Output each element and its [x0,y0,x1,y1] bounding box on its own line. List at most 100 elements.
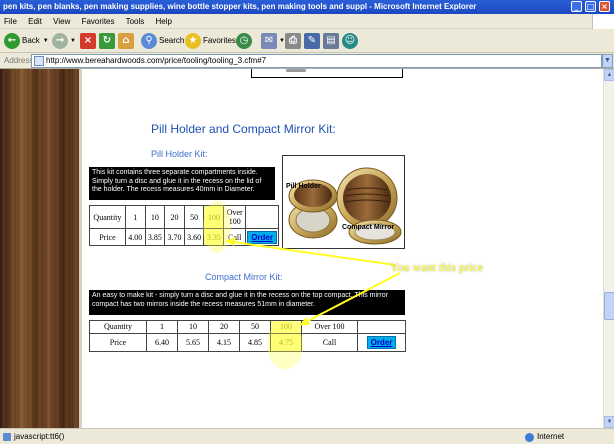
favorites-button[interactable]: ★ Favorites [185,32,236,50]
quantity-row: Quantity 1 10 20 50 100 Over 100 [89,204,279,230]
search-label: Search [159,36,185,45]
compact-mirror-illustration [288,167,402,245]
address-label: Address [4,56,34,65]
menu-view[interactable]: View [53,17,70,26]
title-bar: pen kits, pen blanks, pen making supplie… [0,0,614,14]
scroll-thumb[interactable] [604,292,614,320]
close-button[interactable]: × [599,1,610,12]
section-title: Pill Holder and Compact Mirror Kit: [151,122,336,136]
menu-file[interactable]: File [4,17,17,26]
quantity-cell: 10 [144,204,166,230]
search-button[interactable]: ⚲ Search [141,32,184,50]
pill-holder-price-table: Quantity 1 10 20 50 100 Over 100 Price 4… [89,204,279,246]
quantity-header: Quantity [89,204,126,230]
compact-mirror-price-table: Quantity 1 10 20 50 100 Over 100 Price 6… [89,320,406,353]
price-cell: 5.65 [177,332,209,353]
pill-holder-description: This kit contains three separate compart… [89,167,275,200]
refresh-icon: ↻ [99,33,115,49]
quantity-cell: 50 [183,204,205,230]
price-header: Price [89,332,147,353]
menu-edit[interactable]: Edit [28,17,42,26]
menu-tools[interactable]: Tools [126,17,145,26]
history-icon: ◷ [236,33,252,49]
messenger-button[interactable]: ☺ [342,32,360,50]
photo-label-compact-mirror: Compact Mirror [342,224,395,231]
price-cell: Call [223,228,247,246]
menu-favorites[interactable]: Favorites [82,17,115,26]
price-cell: 3.85 [144,228,166,246]
print-icon: ⎙ [285,33,301,49]
toolbar: ← Back ▼ → ▼ × ↻ ⌂ ⚲ Search ★ Favorites … [0,29,614,53]
callout-text: You want this price [390,260,484,274]
back-icon: ← [4,33,20,49]
forward-button[interactable]: → ▼ [52,32,76,50]
pill-order-button[interactable]: Order [247,230,277,244]
edit-button[interactable]: ✎ [304,32,322,50]
search-icon: ⚲ [141,33,157,49]
menu-help[interactable]: Help [156,17,172,26]
globe-icon [525,433,534,442]
back-button[interactable]: ← Back ▼ [4,32,49,50]
scroll-up-button[interactable]: ▲ [604,69,614,81]
photo-label-pill-holder: Pill Holder [286,183,321,190]
minimize-button[interactable]: _ [571,1,582,12]
vertical-scrollbar[interactable]: ▲ ▼ [603,69,614,428]
compact-mirror-subtitle: Compact Mirror Kit: [205,272,283,282]
order-cell: Order [245,228,279,246]
discuss-button[interactable]: ▤ [323,32,341,50]
price-cell: 6.40 [146,332,178,353]
favorites-label: Favorites [203,36,236,45]
windows-logo-icon [592,14,614,29]
home-button[interactable]: ⌂ [118,32,136,50]
empty-cell [357,320,406,334]
quantity-cell: 1 [146,320,178,334]
back-label: Back [22,36,40,45]
product-photo: Pill Holder Compact Mirror [282,155,405,249]
scroll-down-button[interactable]: ▼ [604,416,614,428]
price-cell: 4.15 [208,332,240,353]
address-url: http://www.bereahardwoods.com/price/tool… [46,56,267,65]
quantity-row: Quantity 1 10 20 50 100 Over 100 [89,320,406,334]
price-header: Price [89,228,126,246]
quantity-cell: 20 [164,204,185,230]
price-cell: Call [301,332,358,353]
price-cell: 3.70 [164,228,185,246]
maximize-button[interactable]: □ [585,1,596,12]
status-bar: javascript:tt6() Internet [0,428,614,444]
price-cell-highlighted: 4.75 [270,332,302,353]
quantity-header: Quantity [89,320,147,334]
mail-button[interactable]: ✉ ▼ [261,32,285,50]
quantity-cell: 1 [124,204,146,230]
wood-grain-sidebar [0,69,79,428]
quantity-cell: Over 100 [301,320,358,334]
quantity-cell: 50 [239,320,271,334]
forward-dropdown-icon: ▼ [70,38,76,44]
favorites-star-icon: ★ [185,33,201,49]
quantity-cell: 20 [208,320,240,334]
status-text: javascript:tt6() [14,432,65,441]
address-input[interactable]: http://www.bereahardwoods.com/price/tool… [31,54,602,68]
browser-window: pen kits, pen blanks, pen making supplie… [0,0,614,444]
address-dropdown-button[interactable]: ▼ [602,54,613,68]
price-cell: 3.60 [183,228,205,246]
back-dropdown-icon: ▼ [42,38,49,44]
order-cell: Order [357,332,406,353]
history-button[interactable]: ◷ [236,32,254,50]
compact-order-button[interactable]: Order [366,335,397,349]
price-cell-highlighted: 3.35 [203,228,225,246]
stop-icon: × [80,33,96,49]
compact-mirror-description: An easy to make kit - simply turn a disc… [89,290,405,315]
empty-cell [245,204,279,230]
discuss-icon: ▤ [323,33,339,49]
address-bar: Address http://www.bereahardwoods.com/pr… [0,53,614,69]
home-icon: ⌂ [118,33,134,49]
price-row: Price 4.00 3.85 3.70 3.60 3.35 Call Orde… [89,228,279,246]
stop-button[interactable]: × [80,32,98,50]
refresh-button[interactable]: ↻ [99,32,117,50]
pill-holder-subtitle: Pill Holder Kit: [151,149,208,159]
security-zone: Internet [537,432,565,441]
edit-icon: ✎ [304,33,320,49]
print-button[interactable]: ⎙ [285,32,303,50]
menu-bar: File Edit View Favorites Tools Help [0,14,614,29]
messenger-icon: ☺ [342,33,358,49]
